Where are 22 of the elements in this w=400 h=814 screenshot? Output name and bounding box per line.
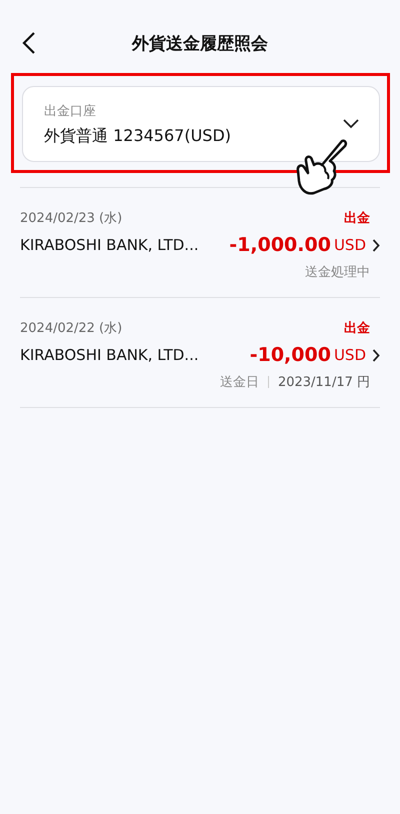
payee-name: KIRABOSHI BANK, LTD...: [20, 236, 199, 254]
payee-name: KIRABOSHI BANK, LTD...: [20, 346, 199, 364]
chevron-right-icon: [372, 348, 380, 362]
transaction-type: 出金: [344, 320, 370, 337]
transaction-type: 出金: [344, 210, 370, 227]
pointing-hand-icon: [296, 139, 348, 195]
date-label: 送金日: [220, 374, 259, 391]
amount-value: -1,000.00: [229, 234, 331, 256]
account-dropdown[interactable]: 出金口座 外貨普通 1234567(USD): [22, 86, 380, 162]
currency-code: USD: [334, 236, 366, 254]
back-button[interactable]: [22, 32, 36, 54]
amount-value: -10,000: [250, 344, 331, 366]
transaction-row[interactable]: 2024/02/22 (水) 出金 KIRABOSHI BANK, LTD... -10,000 USD 送金日 2023/11/17 円: [0, 298, 400, 407]
chevron-down-icon: [343, 119, 359, 129]
transaction-date: 2024/02/23 (水): [20, 210, 122, 227]
transfer-status: 送金処理中: [305, 264, 370, 281]
sent-date: 2023/11/17 円: [278, 374, 370, 391]
chevron-right-icon: [372, 238, 380, 252]
currency-code: USD: [334, 346, 366, 364]
transaction-date: 2024/02/22 (水): [20, 320, 122, 337]
transaction-row[interactable]: 2024/02/23 (水) 出金 KIRABOSHI BANK, LTD... -1,000.00 USD 送金処理中: [0, 188, 400, 297]
screen-title: 外貨送金履歴照会: [132, 32, 268, 54]
